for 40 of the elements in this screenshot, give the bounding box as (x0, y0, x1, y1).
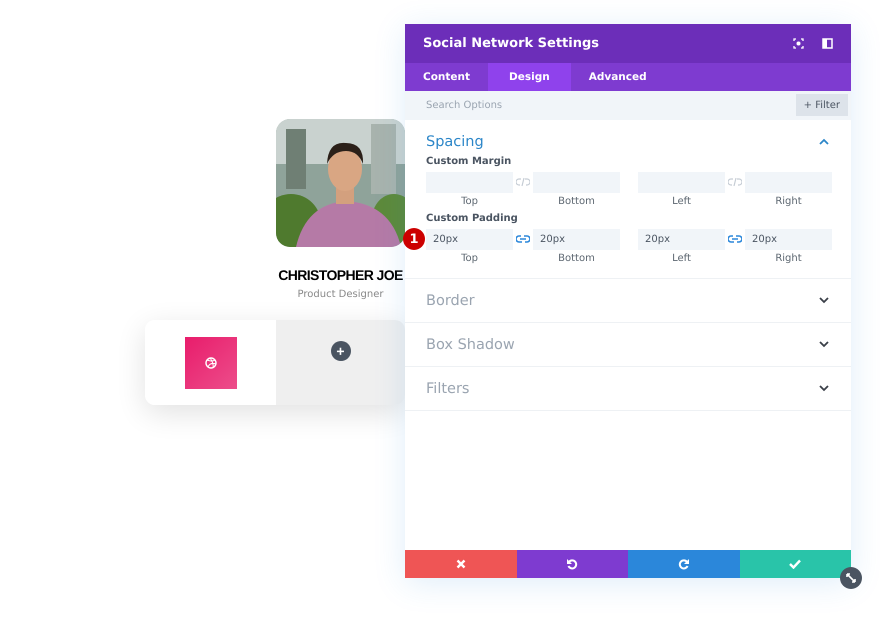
field-caption: Right (775, 253, 802, 264)
field-caption: Left (672, 196, 691, 207)
filter-button[interactable]: + Filter (796, 94, 848, 116)
field-label: Custom Margin (426, 156, 512, 167)
add-button[interactable]: + (330, 341, 350, 361)
chevron-down-icon[interactable] (819, 341, 829, 348)
chevron-up-icon[interactable] (819, 138, 829, 145)
fullscreen-icon[interactable] (793, 38, 804, 49)
panel-title: Social Network Settings (423, 36, 600, 51)
tab[interactable]: Design (488, 63, 571, 91)
field-caption: Bottom (558, 196, 595, 207)
check-icon (789, 559, 802, 569)
field-caption: Bottom (558, 253, 595, 264)
dribbble-button[interactable] (184, 336, 236, 388)
resize-handle[interactable] (840, 567, 862, 589)
ball-icon (204, 356, 216, 368)
field-caption: Right (775, 196, 802, 207)
section-title[interactable]: Spacing (426, 134, 484, 150)
input-field[interactable]: 20px (426, 229, 513, 250)
input-field[interactable]: 20px (533, 229, 620, 250)
tab[interactable]: Advanced (570, 63, 665, 91)
input-field[interactable]: 20px (638, 229, 725, 250)
link-icon[interactable] (728, 234, 742, 244)
field-caption: Left (672, 253, 691, 264)
field-caption: Top (461, 253, 478, 264)
step-badge: 1 (403, 228, 425, 250)
redo-icon (678, 558, 690, 570)
chevron-down-icon[interactable] (819, 297, 829, 304)
job-title: Product Designer (298, 289, 384, 300)
undo-icon (566, 558, 578, 570)
field-label: Custom Padding (426, 213, 519, 224)
input-field[interactable]: 20px (745, 229, 832, 250)
person-name: CHRISTOPHER JOE (278, 267, 403, 283)
close-icon (456, 559, 466, 569)
link-icon[interactable] (516, 234, 530, 244)
save-button[interactable] (740, 550, 851, 578)
tab[interactable]: Content (405, 63, 488, 91)
sidebar-icon[interactable] (822, 38, 833, 49)
field-caption: Top (461, 196, 478, 207)
chevron-down-icon[interactable] (819, 385, 829, 392)
